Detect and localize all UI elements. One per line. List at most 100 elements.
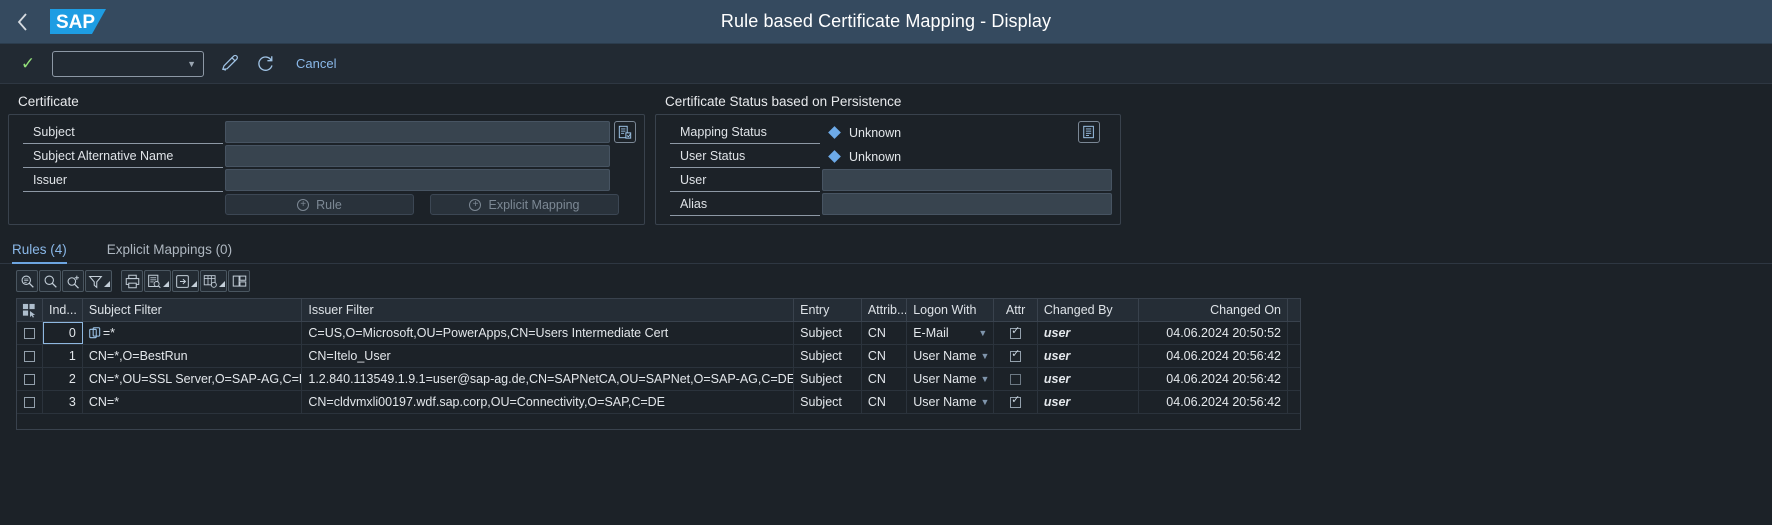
- cell-subject-filter[interactable]: CN=*: [83, 391, 303, 413]
- status-value-help-button[interactable]: [1078, 121, 1100, 143]
- column-header-entry[interactable]: Entry: [794, 299, 862, 321]
- column-header-changed-by[interactable]: Changed By: [1038, 299, 1139, 321]
- input-alias[interactable]: [822, 193, 1112, 215]
- chevron-down-icon[interactable]: ▼: [978, 328, 987, 338]
- report-icon: [148, 274, 161, 288]
- row-index: 0: [43, 322, 83, 344]
- cell-subject-filter[interactable]: CN=*,O=BestRun: [83, 345, 303, 367]
- checkbox-icon: [24, 396, 35, 408]
- table-toolbar: [0, 264, 1772, 298]
- row-select-checkbox[interactable]: [17, 345, 43, 367]
- sap-logo[interactable]: SAP: [50, 9, 114, 34]
- dropdown-arrow-icon[interactable]: [104, 281, 110, 287]
- chevron-down-icon[interactable]: ▼: [980, 374, 989, 384]
- cell-entry: Subject: [794, 345, 862, 367]
- cell-attr-checkbox[interactable]: [994, 345, 1038, 367]
- input-issuer[interactable]: [225, 169, 610, 191]
- tab-bar: Rules (4) Explicit Mappings (0): [0, 234, 1772, 264]
- input-subject[interactable]: [225, 121, 610, 143]
- search-icon: [44, 275, 57, 288]
- cell-changed-by: user: [1038, 322, 1139, 344]
- add-rule-button[interactable]: + Rule: [225, 194, 414, 215]
- table-row[interactable]: 2 CN=*,OU=SSL Server,O=SAP-AG,C=DE 1.2.8…: [17, 368, 1300, 391]
- column-header-subject-filter[interactable]: Subject Filter: [83, 299, 303, 321]
- column-header-ind[interactable]: Ind...: [43, 299, 83, 321]
- cell-logon-with[interactable]: User Name ▼: [907, 345, 995, 367]
- label-mapping-status: Mapping Status: [670, 121, 820, 144]
- label-issuer: Issuer: [23, 169, 223, 192]
- user-value-help-icon: [1083, 125, 1094, 139]
- cell-logon-with[interactable]: User Name ▼: [907, 368, 995, 390]
- cell-issuer-filter: CN=Itelo_User: [302, 345, 795, 367]
- add-explicit-mapping-button[interactable]: + Explicit Mapping: [430, 194, 619, 215]
- field-row-user-status: User Status Unknown: [670, 145, 1112, 168]
- column-header-issuer-filter[interactable]: Issuer Filter: [302, 299, 795, 321]
- tab-explicit-mappings[interactable]: Explicit Mappings (0): [85, 242, 250, 263]
- cell-logon-with[interactable]: User Name ▼: [907, 391, 995, 413]
- report-button[interactable]: [144, 270, 171, 292]
- layout-button[interactable]: [228, 270, 250, 292]
- cell-subject-filter-text: =*: [102, 326, 116, 340]
- export-button[interactable]: [172, 270, 199, 292]
- status-panel-title: Certificate Status based on Persistence: [665, 94, 902, 109]
- table-settings-button[interactable]: [200, 270, 227, 292]
- chevron-down-icon[interactable]: ▼: [980, 397, 989, 407]
- field-row-subject: Subject: [23, 121, 636, 144]
- column-header-attrib[interactable]: Attrib...: [862, 299, 908, 321]
- checkbox-checked-icon: [1010, 394, 1022, 408]
- cell-logon-with-text: E-Mail: [913, 326, 949, 340]
- column-header-changed-on[interactable]: Changed On: [1139, 299, 1288, 321]
- cell-changed-by: user: [1038, 368, 1139, 390]
- back-button[interactable]: [0, 0, 44, 44]
- status-panel: Certificate Status based on Persistence …: [655, 94, 1121, 225]
- select-all-icon: [22, 303, 36, 318]
- refresh-button[interactable]: [254, 53, 276, 75]
- table-row[interactable]: 0 =* C=US,O=Microsoft,OU=PowerApps,CN=Us…: [17, 322, 1300, 345]
- status-panel-box: Mapping Status Unknown User Status Unkno…: [655, 114, 1121, 225]
- column-header-select-all[interactable]: [17, 299, 43, 321]
- print-button[interactable]: [121, 270, 143, 292]
- search-button[interactable]: [39, 270, 61, 292]
- cell-attr-checkbox[interactable]: [994, 322, 1038, 344]
- checkbox-checked-icon: [1010, 325, 1022, 339]
- row-index: 3: [43, 391, 83, 413]
- check-icon[interactable]: ✓: [18, 55, 38, 72]
- table-row[interactable]: 3 CN=* CN=cldvmxli00197.wdf.sap.corp,OU=…: [17, 391, 1300, 414]
- row-select-checkbox[interactable]: [17, 322, 43, 344]
- column-header-attr[interactable]: Attr: [994, 299, 1038, 321]
- label-subject: Subject: [23, 121, 223, 144]
- cell-subject-filter[interactable]: CN=*,OU=SSL Server,O=SAP-AG,C=DE: [83, 368, 303, 390]
- diamond-icon: [828, 150, 841, 163]
- chevron-down-icon[interactable]: ▼: [980, 351, 989, 361]
- filter-button[interactable]: [85, 270, 112, 292]
- certificate-panel-box: Subject Subject Alternative Name Issuer …: [8, 114, 645, 225]
- cell-subject-filter[interactable]: =*: [83, 322, 303, 344]
- row-select-checkbox[interactable]: [17, 391, 43, 413]
- search-detail-button[interactable]: [16, 270, 38, 292]
- value-help-icon: [618, 125, 632, 139]
- cell-changed-on: 04.06.2024 20:50:52: [1139, 322, 1288, 344]
- column-header-logon-with[interactable]: Logon With: [907, 299, 995, 321]
- cell-entry: Subject: [794, 391, 862, 413]
- certificate-panel-title: Certificate: [18, 94, 79, 109]
- edit-button[interactable]: [218, 53, 240, 75]
- table-row[interactable]: 1 CN=*,O=BestRun CN=Itelo_User Subject C…: [17, 345, 1300, 368]
- dropdown-arrow-icon[interactable]: [163, 281, 169, 287]
- tab-rules[interactable]: Rules (4): [12, 242, 85, 264]
- search-plus-button[interactable]: [62, 270, 84, 292]
- row-select-checkbox[interactable]: [17, 368, 43, 390]
- shell-header: SAP Rule based Certificate Mapping - Dis…: [0, 0, 1772, 44]
- value-user-status: Unknown: [849, 149, 902, 164]
- dropdown-arrow-icon[interactable]: [219, 281, 225, 287]
- input-user[interactable]: [822, 169, 1112, 191]
- input-subject-alternative-name[interactable]: [225, 145, 610, 167]
- dropdown-arrow-icon[interactable]: [191, 281, 197, 287]
- certificate-panel-buttons: + Rule + Explicit Mapping: [23, 194, 636, 217]
- subject-value-help-button[interactable]: [614, 121, 636, 143]
- mode-select[interactable]: [52, 50, 204, 77]
- cell-logon-with[interactable]: E-Mail ▼: [907, 322, 995, 344]
- cell-changed-on: 04.06.2024 20:56:42: [1139, 368, 1288, 390]
- cell-attr-checkbox[interactable]: [994, 368, 1038, 390]
- cancel-button[interactable]: Cancel: [296, 56, 336, 71]
- cell-attr-checkbox[interactable]: [994, 391, 1038, 413]
